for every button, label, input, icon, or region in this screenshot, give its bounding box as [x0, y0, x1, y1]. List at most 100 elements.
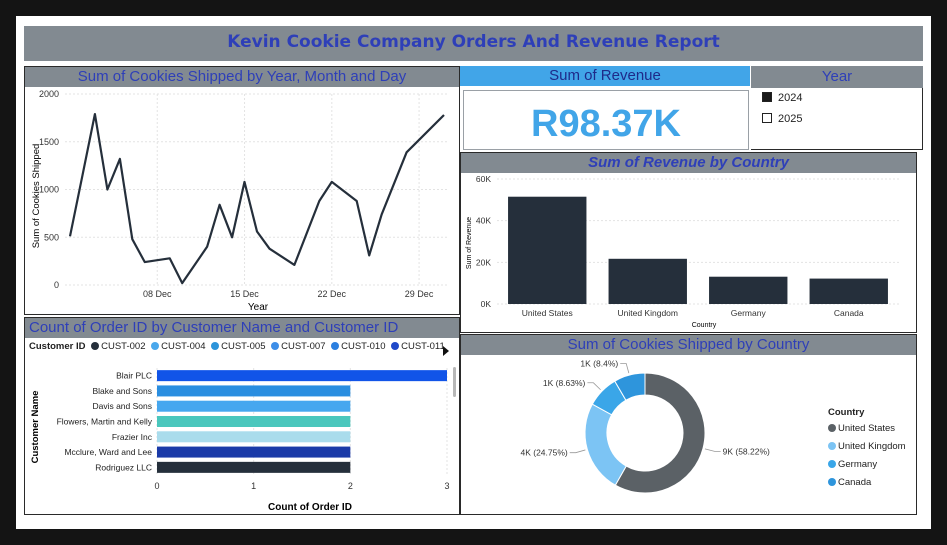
legend-item-cust-004[interactable]: CUST-004 [151, 341, 205, 352]
customer-orders-chart[interactable]: Blair PLC Blake and Sons Davis and Sons Flo… [25, 363, 459, 513]
customer-chart-y-axis-label: Customer Name [30, 391, 41, 464]
customer-bar[interactable] [157, 431, 351, 443]
donut-leader-line [620, 363, 630, 374]
revenue-y-tick-label: 40K [476, 216, 491, 226]
customer-bar[interactable] [157, 400, 351, 412]
legend-dot [331, 342, 340, 350]
legend-item-cust-002[interactable]: CUST-002 [91, 341, 145, 352]
donut-slice[interactable] [584, 403, 627, 486]
customer-bar[interactable] [157, 415, 351, 428]
donut-legend-dot [828, 478, 836, 486]
customer-name-label: Davis and Sons [92, 401, 152, 411]
cookies-by-country-chart[interactable]: 9K (58.22%) 4K (24.75%) 1K (8.63%) 1K (8.4%… [461, 355, 916, 513]
donut-data-label: 9K (58.22%) [723, 446, 770, 456]
customer-id-legend: Customer ID CUST-002 CUST-004 CUST-005 C… [29, 341, 445, 361]
revenue-chart-x-ticks: United States United Kingdom Germany Canada [522, 308, 864, 318]
revenue-x-tick-label: United States [522, 308, 573, 318]
year-slicer-header: Year [751, 66, 923, 88]
revenue-by-country-title: Sum of Revenue by Country [461, 153, 916, 173]
customer-bar[interactable] [157, 370, 447, 382]
legend-item-cust-011[interactable]: CUST-011 [391, 341, 445, 352]
legend-next-icon[interactable] [442, 346, 450, 356]
customer-chart-x-axis-label: Count of Order ID [268, 502, 352, 513]
customer-orders-title: Count of Order ID by Customer Name and C… [25, 318, 459, 338]
revenue-chart-bars [508, 196, 888, 304]
year-slicer[interactable]: Year 2024 2025 [751, 66, 923, 150]
customer-name-label: Rodriguez LLC [95, 462, 152, 472]
revenue-x-tick-label: Canada [834, 308, 864, 318]
revenue-y-tick-label: 20K [476, 257, 491, 267]
legend-label: CUST-005 [221, 341, 266, 352]
line-x-tick-label: 15 Dec [230, 289, 259, 299]
line-chart-y-axis-label: Sum of Cookies Shipped [31, 144, 42, 249]
line-x-tick-label: 22 Dec [318, 289, 347, 299]
line-x-tick-label: 29 Dec [405, 289, 434, 299]
revenue-bar[interactable] [809, 278, 888, 304]
cookies-by-country-panel[interactable]: Sum of Cookies Shipped by Country 9K (58… [460, 334, 917, 515]
legend-label: CUST-002 [101, 341, 146, 352]
donut-legend-label[interactable]: United States [838, 423, 895, 434]
revenue-by-country-chart[interactable]: 0K 20K 40K 60K United States United Kingdom G… [461, 173, 916, 331]
donut-legend-dot [828, 460, 836, 468]
legend-label: CUST-011 [401, 341, 445, 352]
line-chart-x-axis-label: Year [248, 302, 269, 313]
legend-item-cust-007[interactable]: CUST-007 [271, 341, 325, 352]
revenue-x-tick-label: Germany [731, 308, 767, 318]
legend-item-cust-005[interactable]: CUST-005 [211, 341, 265, 352]
year-2025-label: 2025 [778, 113, 803, 125]
customer-bar[interactable] [157, 461, 351, 473]
year-2024-checkbox[interactable] [762, 92, 772, 102]
donut-legend-label[interactable]: Germany [838, 459, 877, 470]
legend-dot [211, 342, 220, 350]
donut-data-label: 4K (24.75%) [520, 448, 567, 458]
revenue-bar[interactable] [709, 276, 788, 304]
customer-x-tick-label: 0 [154, 481, 159, 491]
cookies-by-country-title: Sum of Cookies Shipped by Country [461, 335, 916, 355]
revenue-bar[interactable] [508, 196, 587, 304]
donut-legend: Country United States United Kingdom German… [828, 407, 906, 488]
revenue-chart-x-axis-label: Country [692, 322, 717, 329]
donut-legend-dot [828, 424, 836, 432]
customer-bar[interactable] [157, 385, 351, 397]
revenue-y-tick-label: 0K [481, 299, 492, 309]
donut-data-label: 1K (8.63%) [543, 378, 586, 388]
donut-leader-line [587, 382, 601, 391]
customer-x-tick-label: 3 [444, 481, 449, 491]
customer-name-label: Flowers, Martin and Kelly [57, 417, 153, 427]
revenue-y-tick-label: 60K [476, 174, 491, 184]
year-2024-label: 2024 [778, 92, 803, 104]
donut-slices [584, 372, 706, 494]
legend-dot [151, 342, 160, 350]
report-banner: Kevin Cookie Company Orders And Revenue … [24, 26, 923, 61]
customer-x-tick-label: 1 [251, 481, 256, 491]
revenue-bar[interactable] [608, 258, 687, 304]
customer-id-legend-title: Customer ID [29, 341, 86, 352]
year-option-2024[interactable]: 2024 [762, 92, 802, 104]
revenue-kpi-card[interactable]: Sum of Revenue R98.37K [460, 66, 750, 150]
year-option-2025[interactable]: 2025 [762, 113, 802, 125]
year-2025-checkbox[interactable] [762, 113, 772, 123]
report-title: Kevin Cookie Company Orders And Revenue … [227, 32, 720, 52]
line-y-tick-label: 500 [44, 232, 59, 242]
donut-data-label: 1K (8.4%) [580, 358, 618, 368]
kpi-value-box: R98.37K [463, 90, 749, 150]
donut-leader-line [704, 448, 721, 452]
line-chart-panel[interactable]: Sum of Cookies Shipped by Year, Month an… [24, 66, 460, 315]
line-chart[interactable]: 0500100015002000 08 Dec 15 Dec 22 Dec 29 De… [25, 87, 459, 313]
legend-label: CUST-010 [341, 341, 386, 352]
customer-bar[interactable] [157, 446, 351, 458]
legend-label: CUST-004 [161, 341, 206, 352]
legend-dot [271, 342, 280, 350]
revenue-by-country-panel[interactable]: Sum of Revenue by Country 0K 20K 40K 60K Un… [460, 152, 917, 333]
report-canvas: Kevin Cookie Company Orders And Revenue … [16, 16, 931, 529]
revenue-chart-y-ticks: 0K 20K 40K 60K [476, 174, 491, 309]
donut-legend-label[interactable]: Canada [838, 477, 872, 488]
legend-item-cust-010[interactable]: CUST-010 [331, 341, 385, 352]
customer-orders-panel[interactable]: Count of Order ID by Customer Name and C… [24, 317, 460, 515]
line-series[interactable] [68, 113, 445, 285]
customer-chart-bars [157, 370, 447, 473]
line-y-tick-label: 2000 [39, 89, 59, 99]
customer-chart-scrollbar[interactable] [453, 367, 456, 397]
customer-chart-x-ticks: 0 1 2 3 [154, 481, 449, 491]
donut-legend-label[interactable]: United Kingdom [838, 441, 906, 452]
